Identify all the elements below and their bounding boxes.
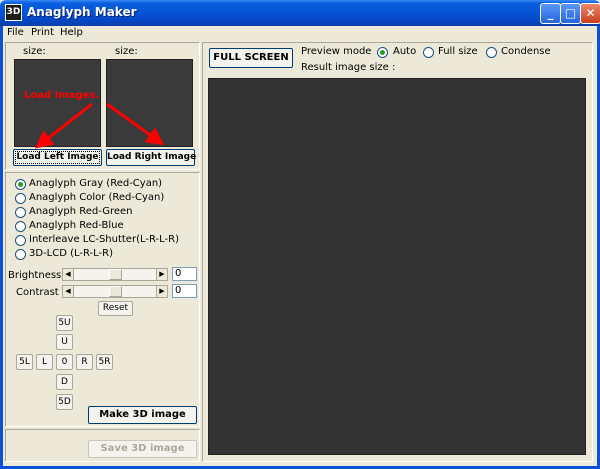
menu-help[interactable]: Help	[60, 26, 83, 40]
preview-mode-label: Preview mode	[301, 46, 372, 57]
menu-print[interactable]: Print	[31, 26, 54, 40]
brightness-slider[interactable]: ◀ ▶	[62, 268, 168, 281]
nav-u-button[interactable]: U	[56, 334, 73, 350]
full-screen-button[interactable]: FULL SCREEN	[209, 48, 293, 68]
result-image-preview	[208, 78, 586, 455]
window-title: Anaglyph Maker	[27, 5, 137, 19]
mode-label-3d-lcd: 3D-LCD (L-R-L-R)	[29, 248, 114, 259]
mode-label-color: Anaglyph Color (Red-Cyan)	[29, 192, 165, 203]
preview-radio-full-size[interactable]	[423, 47, 434, 58]
mode-radio-gray[interactable]	[15, 179, 26, 190]
left-size-label: size:	[23, 46, 46, 57]
preview-label-auto: Auto	[393, 46, 417, 57]
mode-radio-red-green[interactable]	[15, 207, 26, 218]
contrast-value-field[interactable]: 0	[172, 284, 197, 298]
left-image-preview	[14, 59, 101, 147]
right-size-label: size:	[115, 46, 138, 57]
mode-label-red-blue: Anaglyph Red-Blue	[29, 220, 124, 231]
mode-radio-interleave[interactable]	[15, 235, 26, 246]
close-button[interactable]: ✕	[580, 3, 600, 24]
load-right-image-button[interactable]: Load Right Image	[106, 149, 196, 166]
minimize-button[interactable]: _	[540, 3, 561, 24]
title-bar[interactable]: 3D Anaglyph Maker _ □ ✕	[0, 0, 600, 26]
nav-5d-button[interactable]: 5D	[56, 394, 73, 410]
slider-right-arrow-icon[interactable]: ▶	[156, 286, 167, 297]
mode-radio-3d-lcd[interactable]	[15, 249, 26, 260]
make-3d-image-button[interactable]: Make 3D image	[88, 406, 197, 424]
maximize-button[interactable]: □	[560, 3, 581, 24]
save-3d-image-button[interactable]: Save 3D image	[88, 440, 197, 458]
mode-label-interleave: Interleave LC-Shutter(L-R-L-R)	[29, 234, 179, 245]
result-size-label: Result image size :	[301, 62, 396, 73]
image-load-group: size: size: Load Left Image Load Right I…	[5, 42, 200, 170]
mode-label-red-green: Anaglyph Red-Green	[29, 206, 133, 217]
menu-file[interactable]: File	[7, 26, 24, 40]
brightness-value-field[interactable]: 0	[172, 267, 197, 281]
load-left-image-button[interactable]: Load Left Image	[13, 149, 102, 166]
preview-label-condense: Condense	[501, 46, 551, 57]
mode-label-gray: Anaglyph Gray (Red-Cyan)	[29, 178, 163, 189]
brightness-slider-thumb[interactable]	[109, 269, 122, 280]
brightness-label: Brightness	[8, 270, 62, 281]
mode-radio-red-blue[interactable]	[15, 221, 26, 232]
app-3d-icon: 3D	[5, 4, 22, 21]
load-images-annotation: Load Images.	[24, 90, 100, 101]
nav-center-button[interactable]: 0	[56, 354, 73, 370]
mode-radio-color[interactable]	[15, 193, 26, 204]
preview-radio-auto[interactable]	[377, 47, 388, 58]
nav-d-button[interactable]: D	[56, 374, 73, 390]
slider-right-arrow-icon[interactable]: ▶	[156, 269, 167, 280]
menu-bar: File Print Help	[0, 26, 600, 40]
nav-5l-button[interactable]: 5L	[16, 354, 33, 370]
nav-r-button[interactable]: R	[76, 354, 93, 370]
preview-radio-condense[interactable]	[486, 47, 497, 58]
contrast-label: Contrast	[16, 287, 59, 298]
slider-left-arrow-icon[interactable]: ◀	[63, 269, 74, 280]
nav-5u-button[interactable]: 5U	[56, 315, 73, 331]
contrast-slider-thumb[interactable]	[109, 286, 122, 297]
contrast-slider[interactable]: ◀ ▶	[62, 285, 168, 298]
nav-5r-button[interactable]: 5R	[96, 354, 113, 370]
save-group: Save 3D image	[5, 429, 200, 462]
slider-left-arrow-icon[interactable]: ◀	[63, 286, 74, 297]
preview-label-full-size: Full size	[438, 46, 478, 57]
right-image-preview	[106, 59, 193, 147]
reset-button[interactable]: Reset	[98, 301, 133, 316]
nav-l-button[interactable]: L	[36, 354, 53, 370]
settings-group: Anaglyph Gray (Red-Cyan) Anaglyph Color …	[5, 172, 200, 427]
